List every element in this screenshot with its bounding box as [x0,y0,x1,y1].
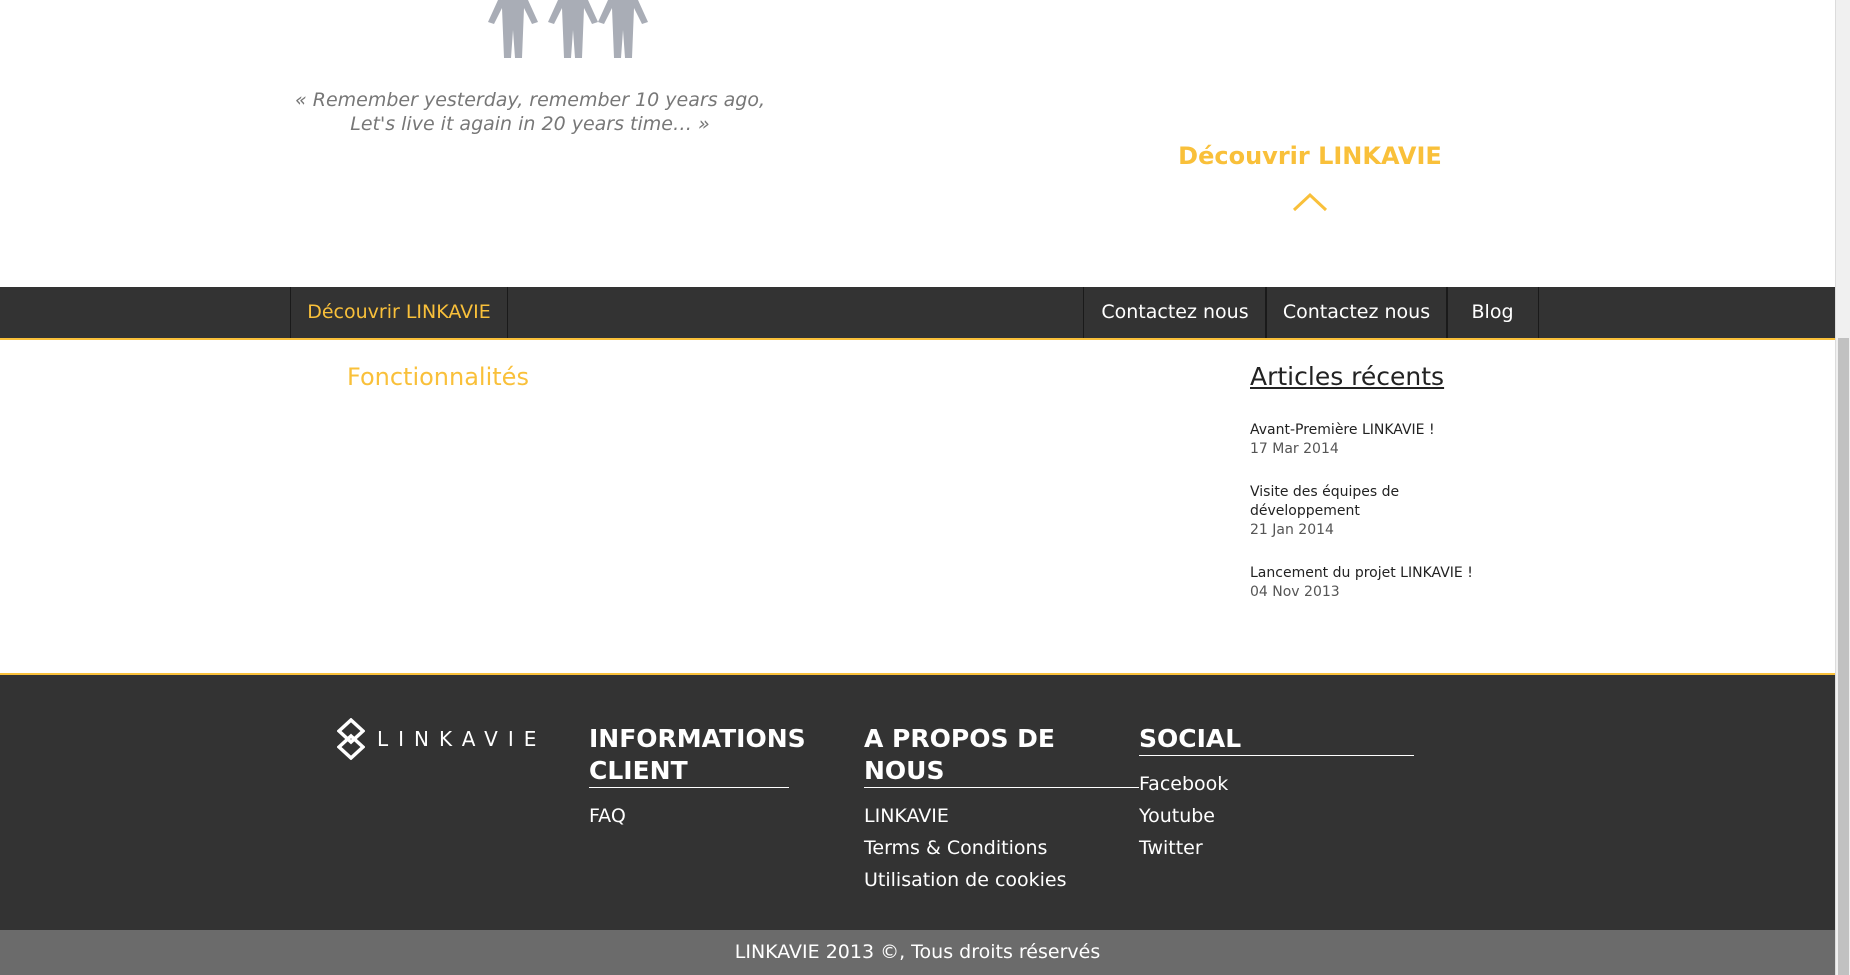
site-footer: LINKAVIE INFORMATIONS CLIENT FAQ A PROPO… [0,673,1835,930]
logo-wordmark: LINKAVIE [377,727,547,751]
chevron-up-icon[interactable] [1292,192,1328,212]
recent-articles-title[interactable]: Articles récents [1250,362,1510,391]
nav-item-contact-1[interactable]: Contactez nous [1083,287,1267,338]
quote-line-2: Let's live it again in 20 years time… » [350,113,710,135]
footer-link-faq[interactable]: FAQ [589,800,864,832]
nav-item-discover[interactable]: Découvrir LINKAVIE [290,287,508,338]
footer-col-title: INFORMATIONS CLIENT [589,723,806,788]
hero-quote: « Remember yesterday, remember 10 years … [280,88,780,136]
main-navbar: Découvrir LINKAVIE Contactez nous Contac… [0,287,1835,340]
people-group-icon [488,0,648,58]
article-item: Visite des équipes de développement 21 J… [1250,483,1420,540]
footer-link-youtube[interactable]: Youtube [1139,800,1414,832]
footer-col-social: SOCIAL Facebook Youtube Twitter [1139,723,1414,864]
quote-line-1: « Remember yesterday, remember 10 years … [294,89,766,111]
article-item: Lancement du projet LINKAVIE ! 04 Nov 20… [1250,564,1510,602]
article-title[interactable]: Avant-Première LINKAVIE ! [1250,421,1510,440]
page: « Remember yesterday, remember 10 years … [0,0,1835,975]
nav-item-contact-2[interactable]: Contactez nous [1265,287,1448,338]
footer-col-client-info: INFORMATIONS CLIENT FAQ [589,723,864,832]
scrollbar-thumb[interactable] [1838,338,1849,975]
article-date: 17 Mar 2014 [1250,441,1339,457]
section-title-features: Fonctionnalités [347,363,529,391]
copyright-bar: LINKAVIE 2013 ©, Tous droits réservés [0,930,1835,975]
footer-link-cookies[interactable]: Utilisation de cookies [864,864,1139,896]
footer-link-twitter[interactable]: Twitter [1139,832,1414,864]
footer-col-title: A PROPOS DE NOUS [864,723,1139,788]
footer-link-facebook[interactable]: Facebook [1139,768,1414,800]
article-title[interactable]: Visite des équipes de développement [1250,483,1420,521]
footer-col-title: SOCIAL [1139,723,1414,756]
footer-logo[interactable]: LINKAVIE [337,718,546,760]
footer-link-terms[interactable]: Terms & Conditions [864,832,1139,864]
recent-articles-sidebar: Articles récents Avant-Première LINKAVIE… [1250,362,1510,626]
linkavie-logo-icon [337,718,365,760]
vertical-scrollbar[interactable] [1835,0,1850,975]
article-date: 21 Jan 2014 [1250,522,1334,538]
nav-item-blog[interactable]: Blog [1446,287,1539,338]
discover-linkavie-link[interactable]: Découvrir LINKAVIE [1150,142,1470,170]
hero-section: « Remember yesterday, remember 10 years … [0,0,1835,287]
article-date: 04 Nov 2013 [1250,584,1340,600]
article-title[interactable]: Lancement du projet LINKAVIE ! [1250,564,1510,583]
footer-link-linkavie[interactable]: LINKAVIE [864,800,1139,832]
article-item: Avant-Première LINKAVIE ! 17 Mar 2014 [1250,421,1510,459]
footer-col-about: A PROPOS DE NOUS LINKAVIE Terms & Condit… [864,723,1139,896]
